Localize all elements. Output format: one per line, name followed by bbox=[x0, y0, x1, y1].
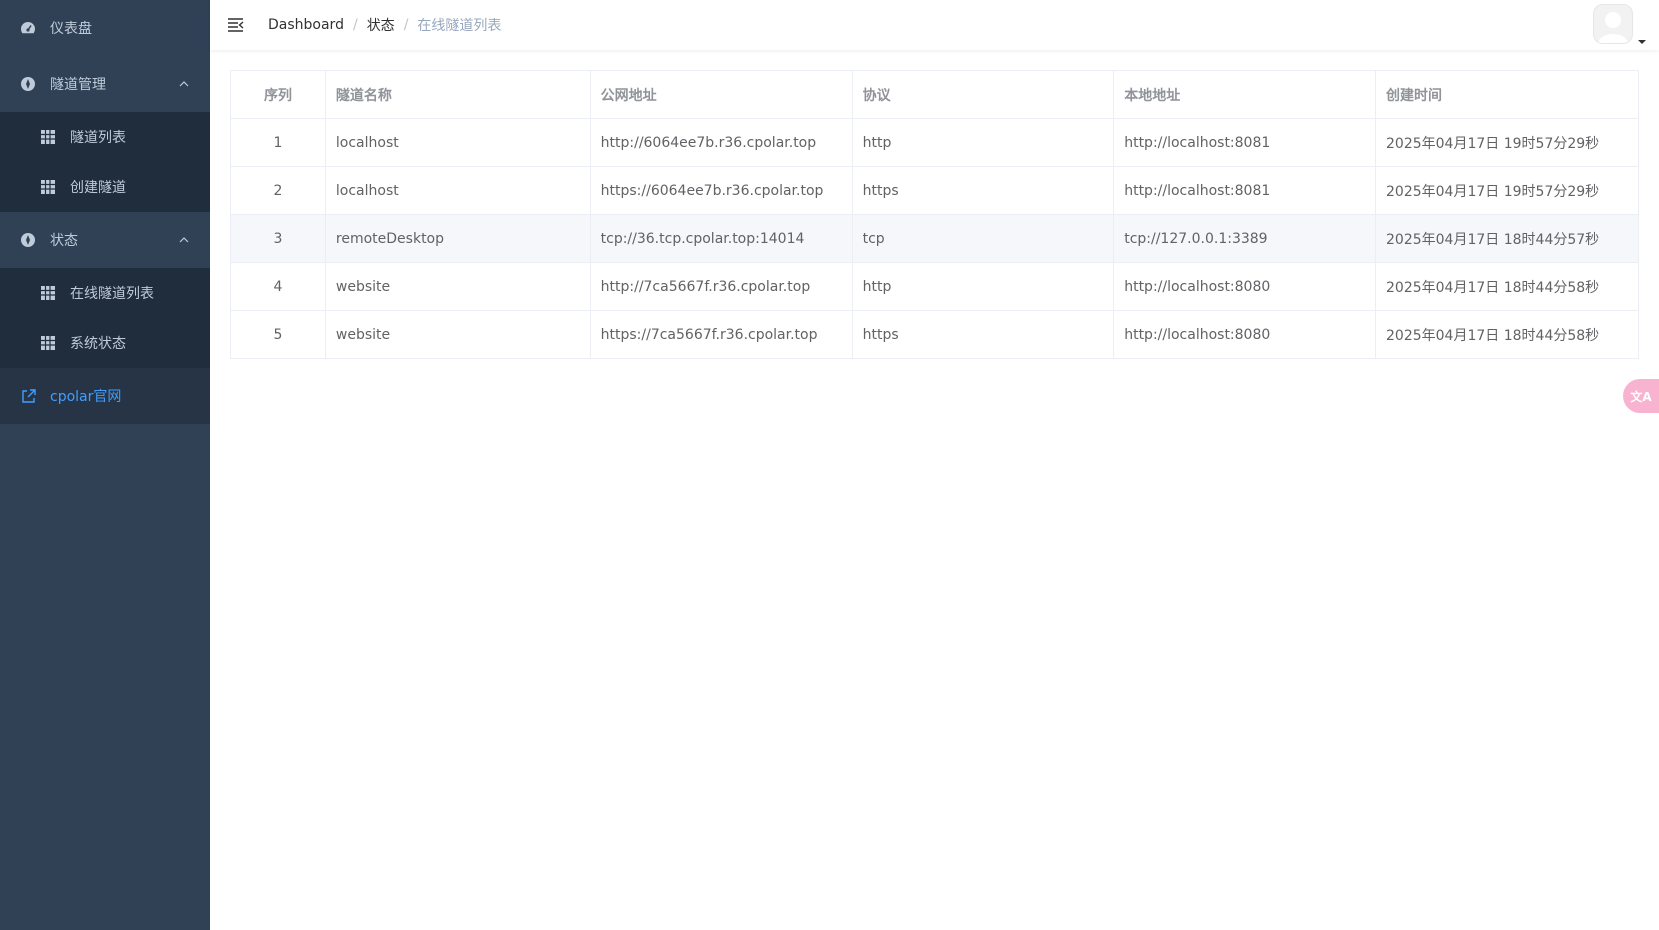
sidebar-item-status[interactable]: 状态 bbox=[0, 212, 210, 268]
sidebar-item-cpolar-site[interactable]: cpolar官网 bbox=[0, 368, 210, 424]
cell-created-time: 2025年04月17日 18时44分58秒 bbox=[1375, 310, 1639, 359]
breadcrumb-current: 在线隧道列表 bbox=[417, 18, 502, 34]
online-tunnels-table: 序列 隧道名称 公网地址 协议 本地地址 创建时间 1 localhost ht… bbox=[230, 70, 1639, 359]
compass-icon bbox=[20, 76, 36, 92]
user-menu[interactable] bbox=[1593, 4, 1647, 44]
column-header-protocol: 协议 bbox=[851, 70, 1115, 119]
cell-protocol: https bbox=[851, 166, 1115, 215]
cell-public-url: https://6064ee7b.r36.cpolar.top bbox=[589, 166, 853, 215]
cell-index: 2 bbox=[230, 166, 326, 215]
cell-created-time: 2025年04月17日 19时57分29秒 bbox=[1375, 118, 1639, 167]
breadcrumb-status[interactable]: 状态 bbox=[367, 15, 395, 35]
app-root: 仪表盘 隧道管理 隧道列表 创建隧道 状态 在线隧道列表 系统状态 cpolar… bbox=[0, 0, 1659, 930]
cell-local-address: tcp://127.0.0.1:3389 bbox=[1113, 214, 1377, 263]
table-icon bbox=[40, 335, 56, 351]
cell-index: 5 bbox=[230, 310, 326, 359]
cell-name: localhost bbox=[324, 118, 591, 167]
cell-index: 3 bbox=[230, 214, 326, 263]
cell-name: website bbox=[324, 262, 591, 311]
chevron-up-icon bbox=[178, 78, 190, 90]
cell-local-address: http://localhost:8080 bbox=[1113, 262, 1377, 311]
sidebar-item-label: 系统状态 bbox=[70, 336, 126, 352]
sidebar-item-label: 隧道列表 bbox=[70, 130, 126, 146]
cell-created-time: 2025年04月17日 18时44分58秒 bbox=[1375, 262, 1639, 311]
table-row[interactable]: 2 localhost https://6064ee7b.r36.cpolar.… bbox=[230, 166, 1639, 215]
cell-local-address: http://localhost:8081 bbox=[1113, 166, 1377, 215]
submenu-status: 在线隧道列表 系统状态 bbox=[0, 268, 210, 368]
column-header-public-url: 公网地址 bbox=[589, 70, 853, 119]
avatar[interactable] bbox=[1593, 4, 1633, 44]
caret-down-icon[interactable] bbox=[1637, 32, 1647, 44]
table-row[interactable]: 5 website https://7ca5667f.r36.cpolar.to… bbox=[230, 310, 1639, 359]
sidebar-item-system-status[interactable]: 系统状态 bbox=[0, 318, 210, 368]
translate-button[interactable]: 文A bbox=[1623, 379, 1659, 413]
cell-public-url: http://6064ee7b.r36.cpolar.top bbox=[589, 118, 853, 167]
table-icon bbox=[40, 179, 56, 195]
table-row[interactable]: 3 remoteDesktop tcp://36.tcp.cpolar.top:… bbox=[230, 214, 1639, 263]
column-header-index: 序列 bbox=[230, 70, 326, 119]
cell-name: remoteDesktop bbox=[324, 214, 591, 263]
main-content: 序列 隧道名称 公网地址 协议 本地地址 创建时间 1 localhost ht… bbox=[230, 70, 1639, 359]
column-header-name: 隧道名称 bbox=[324, 70, 591, 119]
cell-public-url: tcp://36.tcp.cpolar.top:14014 bbox=[589, 214, 853, 263]
navbar: Dashboard / 状态 / 在线隧道列表 bbox=[210, 0, 1659, 50]
external-link-icon bbox=[20, 388, 36, 404]
dashboard-icon bbox=[20, 20, 36, 36]
sidebar-item-create-tunnel[interactable]: 创建隧道 bbox=[0, 162, 210, 212]
hamburger-menu-icon[interactable] bbox=[226, 15, 246, 35]
table-icon bbox=[40, 129, 56, 145]
cell-protocol: http bbox=[851, 262, 1115, 311]
sidebar-item-label: 状态 bbox=[50, 233, 78, 249]
cell-local-address: http://localhost:8081 bbox=[1113, 118, 1377, 167]
cell-created-time: 2025年04月17日 18时44分57秒 bbox=[1375, 214, 1639, 263]
column-header-created-time: 创建时间 bbox=[1375, 70, 1639, 119]
translate-icon: 文A bbox=[1630, 389, 1652, 404]
breadcrumb-separator: / bbox=[403, 17, 409, 33]
cell-protocol: https bbox=[851, 310, 1115, 359]
sidebar-item-label: 创建隧道 bbox=[70, 180, 126, 196]
table-icon bbox=[40, 285, 56, 301]
breadcrumb: Dashboard / 状态 / 在线隧道列表 bbox=[268, 15, 501, 35]
sidebar: 仪表盘 隧道管理 隧道列表 创建隧道 状态 在线隧道列表 系统状态 cpolar… bbox=[0, 0, 210, 930]
sidebar-item-label: cpolar官网 bbox=[50, 389, 122, 405]
chevron-up-icon bbox=[178, 234, 190, 246]
sidebar-item-label: 隧道管理 bbox=[50, 77, 106, 93]
table-header-row: 序列 隧道名称 公网地址 协议 本地地址 创建时间 bbox=[230, 70, 1639, 119]
cell-public-url: https://7ca5667f.r36.cpolar.top bbox=[589, 310, 853, 359]
cell-protocol: tcp bbox=[851, 214, 1115, 263]
sidebar-item-online-tunnels[interactable]: 在线隧道列表 bbox=[0, 268, 210, 318]
cell-local-address: http://localhost:8080 bbox=[1113, 310, 1377, 359]
cell-name: website bbox=[324, 310, 591, 359]
cell-public-url: http://7ca5667f.r36.cpolar.top bbox=[589, 262, 853, 311]
cell-name: localhost bbox=[324, 166, 591, 215]
table-row[interactable]: 1 localhost http://6064ee7b.r36.cpolar.t… bbox=[230, 118, 1639, 167]
breadcrumb-dashboard[interactable]: Dashboard bbox=[268, 17, 344, 33]
table-row[interactable]: 4 website http://7ca5667f.r36.cpolar.top… bbox=[230, 262, 1639, 311]
breadcrumb-separator: / bbox=[352, 17, 358, 33]
sidebar-item-label: 在线隧道列表 bbox=[70, 286, 154, 302]
sidebar-item-dashboard[interactable]: 仪表盘 bbox=[0, 0, 210, 56]
cell-index: 4 bbox=[230, 262, 326, 311]
sidebar-item-tunnel-list[interactable]: 隧道列表 bbox=[0, 112, 210, 162]
sidebar-item-tunnel-management[interactable]: 隧道管理 bbox=[0, 56, 210, 112]
submenu-tunnel-management: 隧道列表 创建隧道 bbox=[0, 112, 210, 212]
compass-icon bbox=[20, 232, 36, 248]
column-header-local-address: 本地地址 bbox=[1113, 70, 1377, 119]
cell-protocol: http bbox=[851, 118, 1115, 167]
cell-index: 1 bbox=[230, 118, 326, 167]
cell-created-time: 2025年04月17日 19时57分29秒 bbox=[1375, 166, 1639, 215]
sidebar-item-label: 仪表盘 bbox=[50, 21, 92, 37]
